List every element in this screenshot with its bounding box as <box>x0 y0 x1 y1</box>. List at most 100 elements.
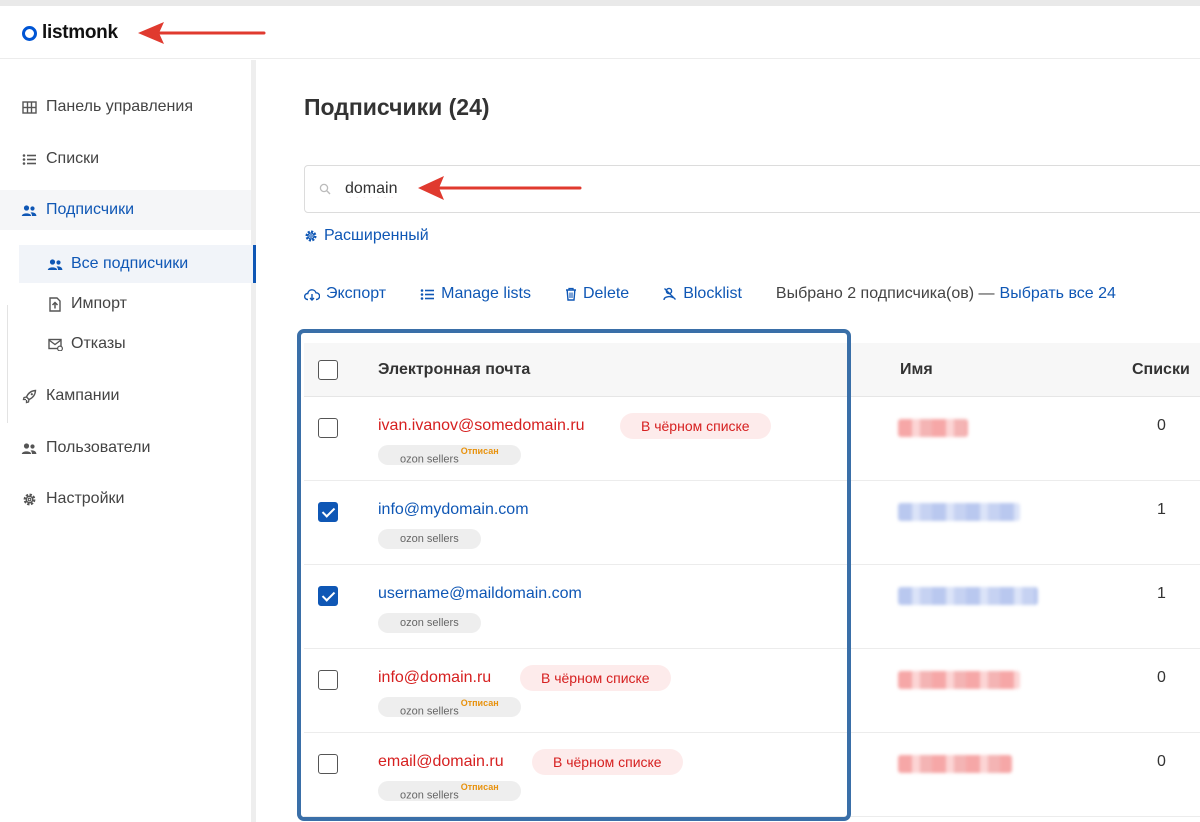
sidebar-item-label: Подписчики <box>46 201 135 218</box>
gear-icon <box>304 229 318 243</box>
subscriber-email-link[interactable]: email@domain.ru <box>378 753 504 771</box>
manage-lists-button[interactable]: Manage lists <box>420 285 531 303</box>
subscriber-name-redacted <box>898 587 1038 605</box>
delete-button[interactable]: Delete <box>565 285 629 303</box>
sidebar-item-campaigns[interactable]: Кампании <box>0 376 251 416</box>
column-header-name[interactable]: Имя <box>900 361 933 379</box>
subscriber-email-link[interactable]: username@maildomain.com <box>378 585 582 603</box>
annotation-arrow-icon <box>418 176 582 200</box>
bounce-icon <box>47 336 63 352</box>
cloud-download-icon <box>304 288 320 301</box>
table-header: Электронная почта Имя Списки <box>304 343 1200 397</box>
list-tag: ozon sellers <box>378 613 481 633</box>
list-tag: ozon sellers <box>378 529 481 549</box>
list-tag-name: ozon sellers <box>400 453 459 466</box>
annotation-arrow-icon <box>138 22 266 44</box>
list-icon <box>20 150 38 168</box>
row-checkbox[interactable] <box>318 754 338 774</box>
list-icon <box>420 288 435 301</box>
sidebar-subitem-import[interactable]: Импорт <box>19 285 256 323</box>
table-row: username@maildomain.com ozon sellers 1 <box>304 565 1200 649</box>
sidebar-subitem-all-subscribers[interactable]: Все подписчики <box>19 245 256 283</box>
sidebar-item-label: Настройки <box>46 490 125 507</box>
select-all-checkbox[interactable] <box>318 360 338 380</box>
subscriber-name-redacted <box>898 671 1020 689</box>
row-checkbox[interactable] <box>318 670 338 690</box>
subscriber-email-link[interactable]: info@domain.ru <box>378 669 491 687</box>
rocket-icon <box>20 387 38 405</box>
logo[interactable]: listmonk <box>22 22 118 44</box>
list-status-label: Отписан <box>460 446 499 456</box>
table-row: ivan.ivanov@somedomain.ru В чёрном списк… <box>304 397 1200 481</box>
page-title: Подписчики (24) <box>304 94 490 120</box>
list-tag: ozon sellersОтписан <box>378 697 521 718</box>
users-icon <box>20 439 38 457</box>
sidebar-item-users[interactable]: Пользователи <box>0 428 251 468</box>
list-tag: ozon sellersОтписан <box>378 445 521 466</box>
subscriber-name-redacted <box>898 755 1012 773</box>
status-badge: В чёрном списке <box>620 413 771 439</box>
status-badge: В чёрном списке <box>520 665 671 691</box>
column-header-email[interactable]: Электронная почта <box>378 361 530 379</box>
trash-icon <box>565 287 577 301</box>
sidebar-subitem-label: Отказы <box>71 335 126 352</box>
logo-icon <box>22 25 37 41</box>
subscriber-email-link[interactable]: ivan.ivanov@somedomain.ru <box>378 417 585 435</box>
export-button[interactable]: Экспорт <box>304 285 386 303</box>
bulk-actions-toolbar: Экспорт Manage lists Delete Blocklist Вы… <box>304 283 1116 305</box>
export-label: Экспорт <box>326 285 387 302</box>
table-row: email@domain.ru В чёрном списке ozon sel… <box>304 733 1200 817</box>
users-icon <box>20 201 38 219</box>
sidebar-subitem-bounces[interactable]: Отказы <box>19 325 256 363</box>
row-checkbox[interactable] <box>318 502 338 522</box>
selection-status-text: Выбрано 2 подписчика(ов) — <box>775 285 995 302</box>
lists-count: 1 <box>1157 585 1166 602</box>
sidebar-subitem-label: Импорт <box>71 295 127 312</box>
subscriber-email-link[interactable]: info@mydomain.com <box>378 501 529 519</box>
search-icon <box>319 182 331 200</box>
sidebar-item-dashboard[interactable]: Панель управления <box>0 87 251 127</box>
sidebar-item-subscribers[interactable]: Подписчики <box>0 190 251 230</box>
sidebar-item-label: Панель управления <box>46 98 193 115</box>
list-tag-name: ozon sellers <box>400 789 459 802</box>
sidebar-subitem-label: Все подписчики <box>71 255 189 272</box>
lists-count: 0 <box>1157 669 1166 686</box>
list-status-label: Отписан <box>460 782 499 792</box>
status-badge: В чёрном списке <box>532 749 683 775</box>
import-icon <box>47 296 63 312</box>
sidebar-item-label: Пользователи <box>46 439 151 456</box>
sidebar-item-lists[interactable]: Списки <box>0 139 251 179</box>
sidebar-item-label: Списки <box>46 150 100 167</box>
list-tag: ozon sellersОтписан <box>378 781 521 802</box>
select-all-link[interactable]: Выбрать все 24 <box>1000 285 1116 303</box>
list-tag-name: ozon sellers <box>400 533 459 545</box>
gear-icon <box>20 490 38 508</box>
table-row: info@mydomain.com ozon sellers 1 <box>304 481 1200 565</box>
sidebar-item-label: Кампании <box>46 387 120 404</box>
blocklist-label: Blocklist <box>683 285 742 302</box>
row-checkbox[interactable] <box>318 418 338 438</box>
sidebar: Панель управления Списки Подписчики Все … <box>0 60 256 822</box>
blocklist-button[interactable]: Blocklist <box>663 285 742 303</box>
table-row: info@domain.ru В чёрном списке ozon sell… <box>304 649 1200 733</box>
list-tag-name: ozon sellers <box>400 617 459 629</box>
users-icon <box>47 256 63 272</box>
lists-count: 0 <box>1157 753 1166 770</box>
app-header: listmonk <box>0 6 1200 59</box>
advanced-search-label: Расширенный <box>324 227 429 244</box>
user-block-icon <box>663 287 677 301</box>
subscriber-name-redacted <box>898 503 1020 521</box>
lists-count: 0 <box>1157 417 1166 434</box>
manage-lists-label: Manage lists <box>441 285 531 302</box>
subscriber-name-redacted <box>898 419 968 437</box>
list-status-label: Отписан <box>460 698 499 708</box>
delete-label: Delete <box>582 285 630 302</box>
dashboard-icon <box>20 98 38 116</box>
advanced-search-link[interactable]: Расширенный <box>304 227 429 245</box>
lists-count: 1 <box>1157 501 1166 518</box>
column-header-lists[interactable]: Списки <box>1132 361 1190 379</box>
logo-text: listmonk <box>42 22 118 43</box>
row-checkbox[interactable] <box>318 586 338 606</box>
list-tag-name: ozon sellers <box>400 705 459 718</box>
sidebar-item-settings[interactable]: Настройки <box>0 479 251 519</box>
